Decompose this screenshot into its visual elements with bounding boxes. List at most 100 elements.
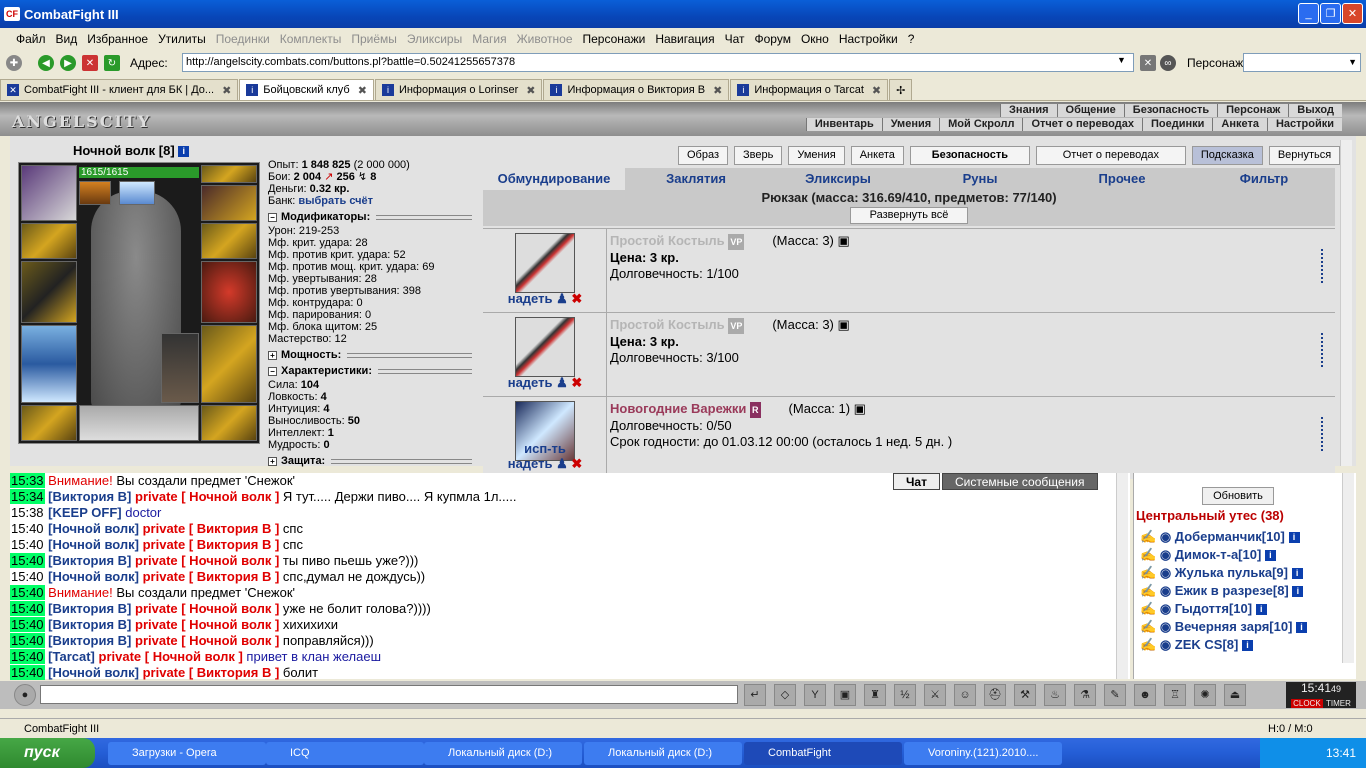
minimize-button[interactable]: _	[1298, 3, 1319, 24]
sort-arrow-icon[interactable]	[1321, 249, 1325, 283]
menu-item[interactable]: Поединки	[216, 32, 270, 46]
room-scrollbar[interactable]	[1342, 473, 1354, 663]
menu-item[interactable]: Животное	[517, 32, 573, 46]
menu-item[interactable]: Персонажи	[583, 32, 646, 46]
browser-tab[interactable]: i Информация о Виктория В ✖	[543, 79, 730, 100]
chat-private[interactable]: private [ Ночной волк ]	[135, 633, 279, 648]
inventory-tab[interactable]: Обмундирование	[483, 168, 625, 190]
shield-slot[interactable]	[201, 261, 257, 323]
menu-item[interactable]: Утилиты	[158, 32, 206, 46]
player-name[interactable]: Жулька пулька[9]	[1175, 565, 1288, 580]
item-action-link[interactable]: надеть	[508, 291, 553, 306]
menu-item[interactable]: Избранное	[87, 32, 148, 46]
item-name[interactable]: Простой Костыль	[610, 317, 725, 332]
chat-private[interactable]: private [ Ночной волк ]	[135, 489, 279, 504]
smile-icon[interactable]: ☺	[954, 684, 976, 706]
header-link[interactable]: Поединки	[1141, 118, 1213, 131]
menu-item[interactable]: Файл	[16, 32, 46, 46]
chat-nick[interactable]: [Виктория В]	[48, 553, 131, 568]
header-link[interactable]: Персонаж	[1217, 104, 1289, 117]
menu-item[interactable]: Чат	[725, 32, 745, 46]
shirt-icon[interactable]: ♟	[552, 456, 568, 471]
info-icon[interactable]: i	[178, 146, 190, 158]
player-item[interactable]: ✍ ◉ Жулька пулька[9] i	[1140, 565, 1303, 581]
chat-nick[interactable]: [Ночной волк]	[48, 537, 139, 552]
close-icon[interactable]: ✖	[222, 84, 231, 97]
mask-icon[interactable]: ☻	[1134, 684, 1156, 706]
player-item[interactable]: ✍ ◉ Димок-т-а[10] i	[1140, 547, 1276, 563]
info-icon[interactable]: i	[1264, 550, 1276, 562]
eraser-icon[interactable]: ◇	[774, 684, 796, 706]
chat-nick[interactable]: [Ночной волк]	[48, 521, 139, 536]
sort-arrow-icon[interactable]	[1321, 333, 1325, 367]
shirt-icon[interactable]: ♟	[552, 375, 568, 390]
fraction-icon[interactable]: ½	[894, 684, 916, 706]
character-button[interactable]: Вернуться	[1268, 146, 1341, 165]
character-button[interactable]: Безопасность	[909, 146, 1030, 165]
close-icon[interactable]: ✖	[358, 84, 367, 97]
player-name[interactable]: Димок-т-а[10]	[1175, 547, 1262, 562]
item-image[interactable]	[515, 317, 575, 377]
taskbar-item[interactable]: CombatFight	[744, 742, 902, 765]
chat-message-input[interactable]	[40, 685, 738, 704]
pet-slot[interactable]	[161, 333, 199, 403]
menu-item[interactable]: Магия	[472, 32, 506, 46]
chat-nick[interactable]: [Виктория В]	[48, 617, 131, 632]
bracers-slot[interactable]	[21, 223, 77, 259]
info-icon[interactable]: i	[1291, 568, 1303, 580]
inventory-tab[interactable]: Эликсиры	[767, 168, 909, 190]
header-link[interactable]: Знания	[1000, 104, 1057, 117]
inventory-scrollbar[interactable]	[1340, 140, 1352, 466]
back-icon[interactable]: ◀	[38, 55, 54, 71]
inventory-tab[interactable]: Заклятия	[625, 168, 767, 190]
scroll-icon[interactable]: ✎	[1104, 684, 1126, 706]
inventory-tab[interactable]: Прочее	[1051, 168, 1193, 190]
whisper-icon[interactable]: ✍	[1140, 565, 1160, 580]
gift-icon[interactable]: ▣	[850, 401, 866, 416]
chat-private[interactable]: private [ Виктория В ]	[143, 537, 280, 552]
player-item[interactable]: ✍ ◉ Вечерняя заря[10] i	[1140, 619, 1308, 635]
character-button[interactable]: Зверь	[734, 146, 783, 165]
header-link[interactable]: Настройки	[1266, 118, 1342, 131]
delete-icon[interactable]: ✖	[568, 375, 582, 390]
info-icon[interactable]: i	[1241, 640, 1253, 652]
inventory-tab[interactable]: Фильтр	[1193, 168, 1335, 190]
chat-private[interactable]: private [ Ночной волк ]	[135, 553, 279, 568]
menu-item[interactable]: ?	[908, 32, 915, 46]
browser-tab[interactable]: ✕ CombatFight III - клиент для БК | До...…	[0, 79, 239, 100]
fight-icon[interactable]: ♜	[864, 684, 886, 706]
menu-item[interactable]: Навигация	[655, 32, 714, 46]
castle-icon[interactable]: ♖	[1164, 684, 1186, 706]
player-item[interactable]: ✍ ◉ Ежик в разрезе[8] i	[1140, 583, 1304, 599]
info-icon[interactable]: i	[1255, 604, 1267, 616]
whisper-icon[interactable]: ✍	[1140, 637, 1160, 652]
taskbar-item[interactable]: Локальный диск (D:)	[584, 742, 742, 765]
browser-tab[interactable]: i Информация о Tarcat ✖	[730, 79, 889, 100]
player-name[interactable]: Доберманчик[10]	[1175, 529, 1285, 544]
helmet-slot[interactable]	[21, 165, 77, 221]
header-link[interactable]: Отчет о переводах	[1022, 118, 1142, 131]
persona-select[interactable]: ▼	[1243, 53, 1361, 72]
chat-scrollbar[interactable]	[1116, 473, 1128, 679]
armor-slot[interactable]	[21, 325, 77, 403]
header-link[interactable]: Умения	[881, 118, 940, 131]
pin-icon[interactable]: ✚	[6, 55, 22, 71]
menu-item[interactable]: Комплекты	[280, 32, 342, 46]
whisper-icon[interactable]: ✍	[1140, 601, 1160, 616]
filter-icon[interactable]: Y	[804, 684, 826, 706]
bank-link[interactable]: выбрать счёт	[298, 195, 373, 207]
timer-label[interactable]: TIMER	[1326, 699, 1351, 708]
chevron-down-icon[interactable]: ▼	[1117, 55, 1126, 65]
gift-icon[interactable]: ▣	[834, 317, 849, 332]
whisper-icon[interactable]: ✍	[1140, 547, 1160, 562]
chat-private[interactable]: private [ Виктория В ]	[143, 665, 280, 680]
gift-icon[interactable]: ▣	[834, 233, 849, 248]
character-button[interactable]: Отчет о переводах	[1035, 146, 1186, 165]
item-name[interactable]: Новогодние Варежки	[610, 401, 746, 416]
refresh-icon[interactable]: ↻	[104, 55, 120, 71]
elixir-icon[interactable]: ⚗	[1074, 684, 1096, 706]
modifiers-header[interactable]: − Модификаторы:	[268, 211, 478, 223]
ring-slot-1[interactable]	[201, 165, 257, 183]
clock-label[interactable]: CLOCK	[1291, 699, 1323, 708]
close-icon[interactable]: ✖	[713, 84, 722, 97]
